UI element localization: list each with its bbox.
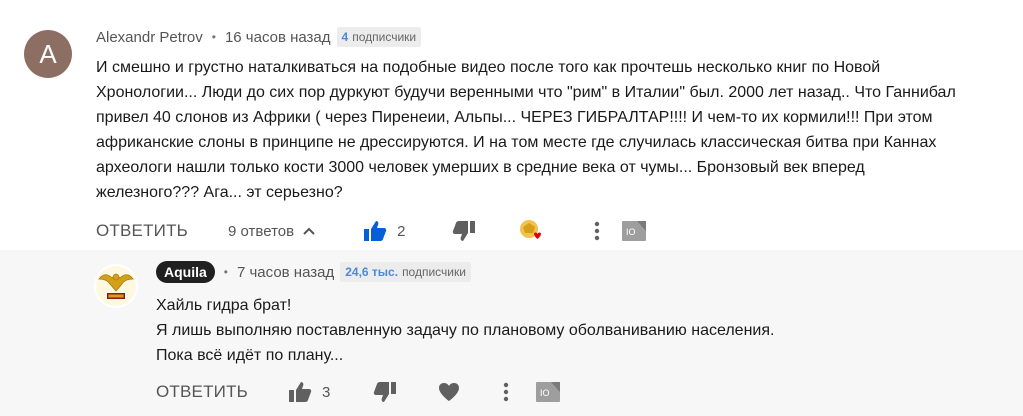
reply-author[interactable]: Aquila: [156, 261, 215, 283]
view-replies-button[interactable]: 9 ответов: [228, 223, 316, 240]
reply-text: Хайль гидра брат! Я лишь выполняю постав…: [156, 293, 774, 368]
thumb-down-icon[interactable]: [452, 220, 476, 242]
comment-header: Alexandr Petrov • 16 часов назад 4 подпи…: [96, 27, 422, 47]
separator-dot: •: [211, 30, 216, 44]
comment-thread: A Alexandr Petrov • 16 часов назад 4 под…: [0, 0, 1023, 250]
separator-dot: •: [223, 265, 228, 279]
more-vert-icon[interactable]: [503, 382, 509, 402]
aquila-emblem-icon: [96, 266, 136, 306]
like-count: 3: [322, 383, 331, 401]
reply-button[interactable]: ОТВЕТИТЬ: [96, 221, 188, 241]
reply-thread: Aquila • 7 часов назад 24,6 тыс. подписч…: [0, 250, 1023, 416]
comment-actions: ОТВЕТИТЬ 9 ответов 2 IO: [96, 218, 647, 244]
avatar-letter: A: [39, 38, 57, 69]
replies-count: 9 ответов: [228, 222, 295, 240]
subscribers-count: 24,6 тыс.: [345, 265, 399, 279]
reply-time[interactable]: 7 часов назад: [237, 264, 334, 281]
creator-heart-icon[interactable]: [518, 219, 544, 243]
chevron-up-icon: [302, 226, 316, 236]
comment-text-line: археологи нашли только кости 3000 челове…: [96, 159, 865, 176]
translate-icon[interactable]: IO: [536, 382, 561, 402]
thumb-up-icon[interactable]: [288, 381, 312, 403]
thumb-up-icon[interactable]: [363, 220, 387, 242]
comment-author[interactable]: Alexandr Petrov: [96, 29, 203, 46]
comment-text: И смешно и грустно наталкиваться на подо…: [96, 55, 956, 205]
svg-text:IO: IO: [626, 227, 636, 237]
subscribers-label: подписчики: [402, 265, 466, 279]
comment-text-line: привел 40 слонов из Африки ( через Пирен…: [96, 109, 933, 126]
subscribers-count: 4: [341, 30, 349, 44]
subscribers-badge: 24,6 тыс. подписчики: [340, 262, 471, 282]
comment-text-line: И смешно и грустно наталкиваться на подо…: [96, 59, 881, 76]
translate-icon[interactable]: IO: [622, 221, 647, 241]
comment-time[interactable]: 16 часов назад: [225, 29, 331, 46]
comment-text-line: африканские слоны в принципе не дрессиру…: [96, 134, 937, 151]
comment-text-line: железного??? Ага... эт серьезно?: [96, 184, 343, 201]
reply-button[interactable]: ОТВЕТИТЬ: [156, 382, 248, 402]
reply-text-line: Я лишь выполняю поставленную задачу по п…: [156, 322, 775, 339]
reply-text-line: Пока всё идёт по плану...: [156, 347, 344, 364]
comment-text-line: Хронологии... Люди до сих пор дуркуют бу…: [96, 84, 956, 101]
avatar[interactable]: [94, 264, 138, 308]
reply-actions: ОТВЕТИТЬ 3 IO: [156, 379, 561, 405]
reply-header: Aquila • 7 часов назад 24,6 тыс. подписч…: [156, 261, 471, 283]
subscribers-label: подписчики: [352, 30, 417, 44]
svg-text:IO: IO: [540, 388, 550, 398]
thumb-down-icon[interactable]: [373, 381, 397, 403]
reply-text-line: Хайль гидра брат!: [156, 297, 292, 314]
more-vert-icon[interactable]: [594, 221, 600, 241]
subscribers-badge: 4 подписчики: [336, 27, 422, 47]
heart-icon[interactable]: [438, 382, 460, 402]
like-count: 2: [397, 222, 406, 240]
avatar[interactable]: A: [24, 30, 72, 78]
